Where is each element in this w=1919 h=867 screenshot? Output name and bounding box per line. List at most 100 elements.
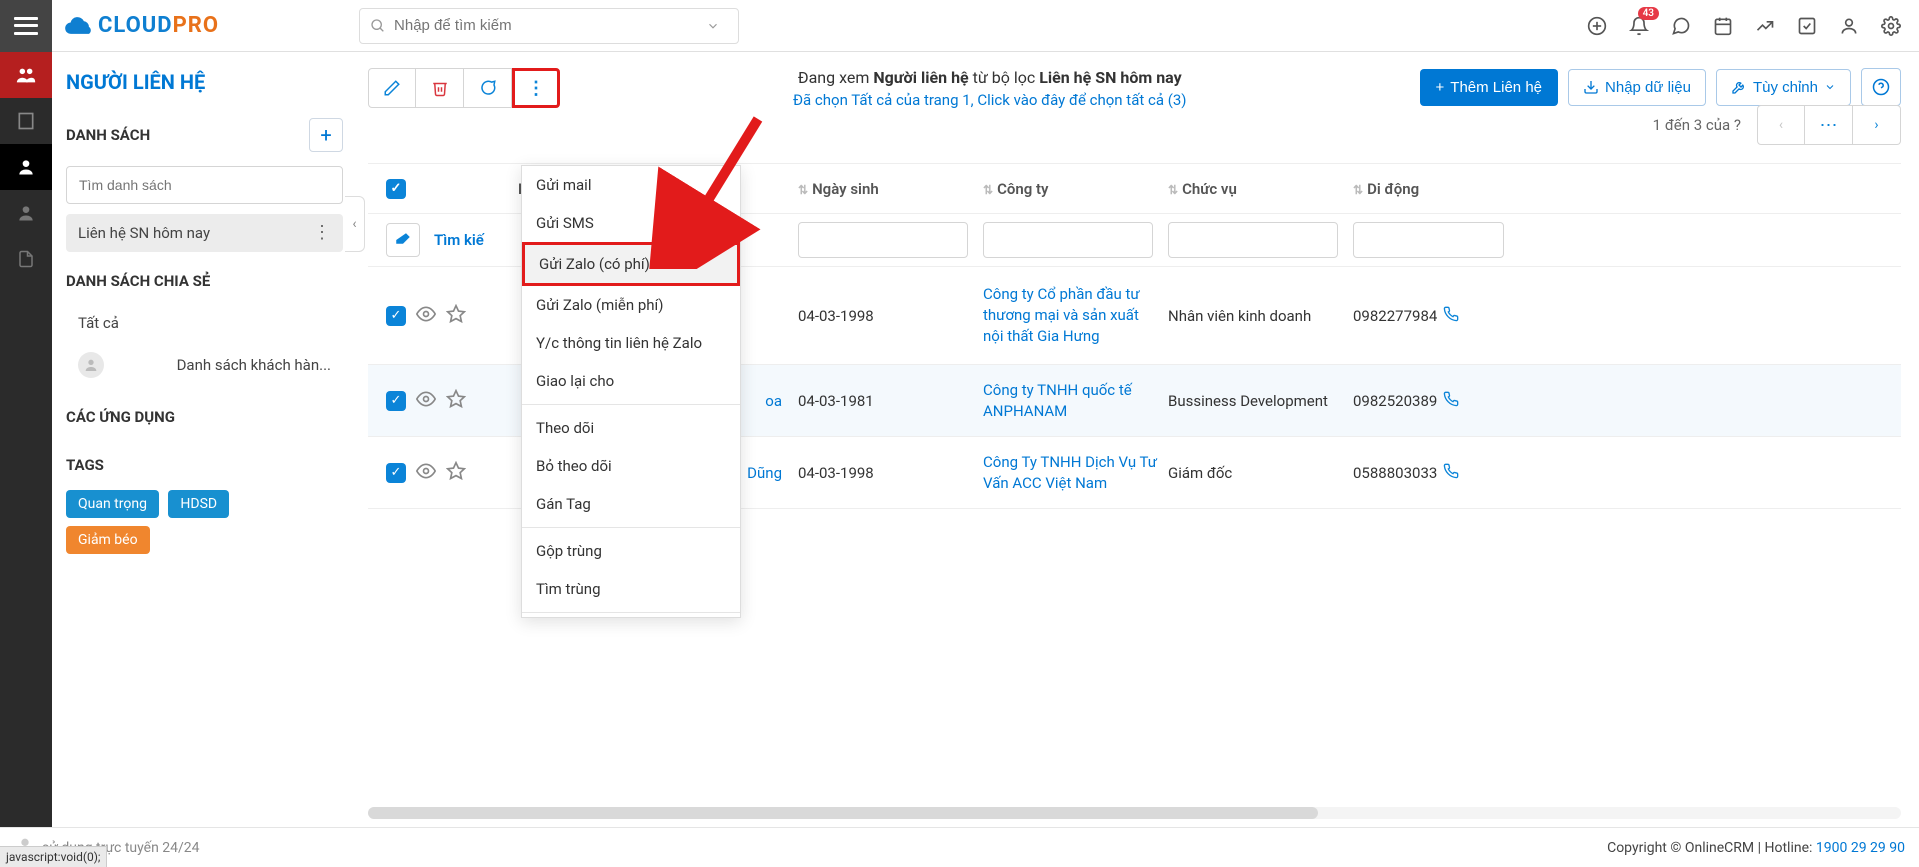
download-icon	[1583, 79, 1599, 95]
clear-filters[interactable]	[386, 223, 420, 257]
status-bar: javascript:void(0);	[0, 846, 107, 867]
comment-button[interactable]	[464, 68, 512, 108]
list-item-menu[interactable]: ⋮	[313, 224, 331, 242]
help-icon	[1872, 78, 1890, 96]
view-icon[interactable]	[416, 461, 436, 485]
tag-item[interactable]: HDSD	[168, 490, 229, 518]
chevron-down-icon[interactable]	[706, 19, 720, 33]
wrench-icon	[1731, 79, 1747, 95]
search-label: Tìm kiế	[434, 231, 484, 249]
list-item-current[interactable]: Liên hệ SN hôm nay ⋮	[66, 214, 343, 252]
search-list-input[interactable]	[66, 166, 343, 204]
star-icon[interactable]	[446, 461, 466, 485]
menu-reassign[interactable]: Giao lại cho	[522, 362, 740, 400]
reports-icon[interactable]	[1755, 16, 1775, 36]
notifications-icon[interactable]: 43	[1629, 15, 1649, 37]
tasks-icon[interactable]	[1797, 16, 1817, 36]
col-company[interactable]: ⇅Công ty	[983, 180, 1168, 198]
row-checkbox[interactable]: ✓	[386, 306, 406, 326]
col-birthday[interactable]: ⇅Ngày sinh	[798, 180, 983, 198]
menu-send-sms[interactable]: Gửi SMS	[522, 204, 740, 242]
batch-actions: ⋮	[368, 68, 560, 108]
star-icon[interactable]	[446, 389, 466, 413]
filter-role[interactable]	[1168, 222, 1338, 258]
record-count: 1 đến 3 của ?	[1653, 116, 1741, 134]
footer: sử dụng trực tuyến 24/24 Copyright © Onl…	[0, 827, 1919, 867]
cloud-icon	[62, 7, 96, 45]
profile-icon[interactable]	[1839, 16, 1859, 36]
phone-icon[interactable]	[1443, 391, 1459, 411]
rail-lead[interactable]	[0, 190, 52, 236]
filter-title: Đang xem Người liên hệ từ bộ lọc Liên hệ…	[560, 68, 1420, 109]
quick-add-icon[interactable]	[1587, 16, 1607, 36]
view-icon[interactable]	[416, 304, 436, 328]
filter-birthday[interactable]	[798, 222, 968, 258]
apps-section-header: CÁC ỨNG DỤNG	[66, 408, 343, 426]
horizontal-scrollbar[interactable]	[368, 807, 1901, 819]
sort-icon: ⇅	[1353, 183, 1363, 197]
rail-accounts[interactable]	[0, 98, 52, 144]
filter-mobile[interactable]	[1353, 222, 1504, 258]
search-icon	[370, 18, 386, 34]
row-checkbox[interactable]: ✓	[386, 463, 406, 483]
row-checkbox[interactable]: ✓	[386, 391, 406, 411]
topbar: CLOUDPRO 43	[0, 0, 1919, 52]
menu-send-mail[interactable]: Gửi mail	[522, 166, 740, 204]
star-icon[interactable]	[446, 304, 466, 328]
import-button[interactable]: Nhập dữ liệu	[1568, 69, 1706, 106]
phone-icon[interactable]	[1443, 306, 1459, 326]
list-item-label: Liên hệ SN hôm nay	[78, 224, 210, 242]
menu-send-zalo-paid[interactable]: Gửi Zalo (có phí)	[522, 242, 740, 286]
rail-person[interactable]	[0, 144, 52, 190]
calendar-icon[interactable]	[1713, 16, 1733, 36]
delete-button[interactable]	[416, 68, 464, 108]
hamburger-menu[interactable]	[0, 0, 52, 52]
rail-docs[interactable]	[0, 236, 52, 282]
global-search-input[interactable]	[394, 17, 706, 34]
phone-icon[interactable]	[1443, 463, 1459, 483]
sort-icon: ⇅	[983, 183, 993, 197]
menu-tag[interactable]: Gán Tag	[522, 485, 740, 523]
customize-button[interactable]: Tùy chỉnh	[1716, 69, 1851, 106]
next-page-button[interactable]: ›	[1853, 105, 1901, 145]
sort-icon: ⇅	[1168, 183, 1178, 197]
rail-contacts[interactable]	[0, 52, 52, 98]
filter-company[interactable]	[983, 222, 1153, 258]
page-options-button[interactable]: ⋯	[1805, 105, 1853, 145]
select-all-link[interactable]: Đã chọn Tất cả của trang 1, Click vào đâ…	[570, 91, 1410, 109]
menu-follow[interactable]: Theo dõi	[522, 409, 740, 447]
view-icon[interactable]	[416, 389, 436, 413]
menu-request-zalo[interactable]: Y/c thông tin liên hệ Zalo	[522, 324, 740, 362]
settings-icon[interactable]	[1881, 16, 1901, 36]
prev-page-button[interactable]: ‹	[1757, 105, 1805, 145]
logo[interactable]: CLOUDPRO	[62, 7, 219, 45]
shared-all[interactable]: Tất cả	[66, 304, 343, 342]
chat-icon[interactable]	[1671, 16, 1691, 36]
topbar-actions: 43	[1587, 15, 1919, 37]
global-search[interactable]	[359, 8, 739, 44]
menu-unfollow[interactable]: Bỏ theo dõi	[522, 447, 740, 485]
col-mobile[interactable]: ⇅Di động	[1353, 180, 1518, 198]
help-button[interactable]	[1861, 68, 1901, 106]
menu-find-dup[interactable]: Tìm trùng	[522, 570, 740, 608]
tags-section-header: TAGS	[66, 456, 343, 474]
add-contact-button[interactable]: +Thêm Liên hệ	[1420, 69, 1559, 106]
col-role[interactable]: ⇅Chức vụ	[1168, 180, 1353, 198]
tag-item[interactable]: Giảm béo	[66, 526, 150, 554]
hotline-label: Hotline:	[1765, 840, 1816, 856]
add-list-button[interactable]: +	[309, 118, 343, 152]
edit-button[interactable]	[368, 68, 416, 108]
chevron-down-icon	[1824, 81, 1836, 93]
module-title: NGƯỜI LIÊN HỆ	[66, 70, 343, 94]
more-actions-button[interactable]: ⋮	[512, 68, 560, 108]
menu-send-zalo-free[interactable]: Gửi Zalo (miễn phí)	[522, 286, 740, 324]
sort-icon: ⇅	[798, 183, 808, 197]
copyright: Copyright © OnlineCRM	[1607, 840, 1754, 856]
hotline-number[interactable]: 1900 29 29 90	[1816, 840, 1905, 856]
select-all-checkbox[interactable]: ✓	[386, 179, 406, 199]
shared-section-header: DANH SÁCH CHIA SẺ	[66, 272, 343, 290]
menu-merge[interactable]: Gộp trùng	[522, 532, 740, 570]
tag-item[interactable]: Quan trọng	[66, 490, 159, 518]
collapse-sidebar[interactable]: ‹	[345, 196, 365, 252]
shared-item[interactable]: Danh sách khách hàn...	[66, 342, 343, 388]
